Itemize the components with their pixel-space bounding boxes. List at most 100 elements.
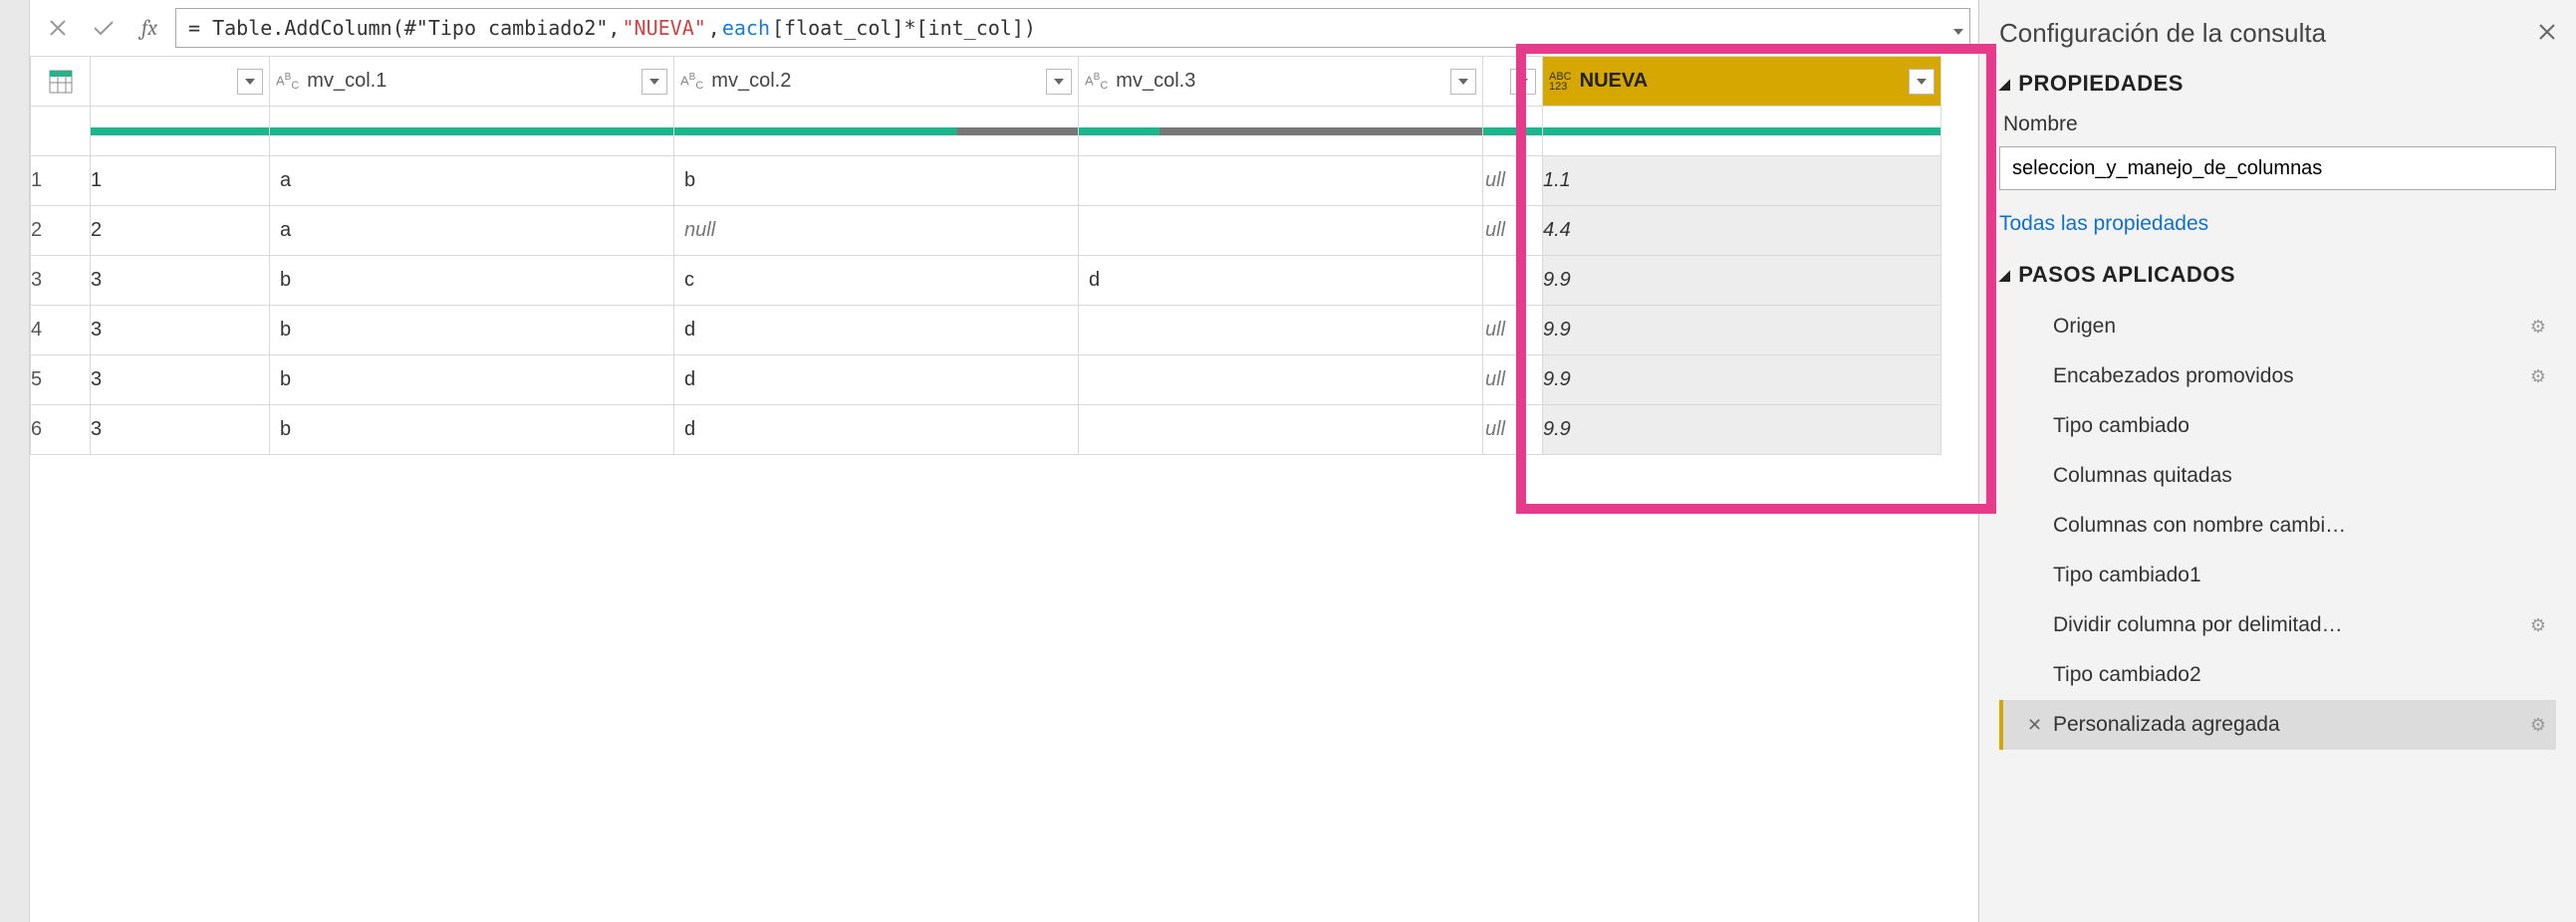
- applied-step[interactable]: Tipo cambiado: [1999, 401, 2556, 451]
- cell-nueva[interactable]: 4.4: [1543, 206, 1941, 256]
- cell-mvcol1[interactable]: a: [270, 156, 674, 206]
- applied-step[interactable]: ✕ Personalizada agregada⚙: [1999, 700, 2556, 750]
- cell-nueva[interactable]: 9.9: [1543, 306, 1941, 355]
- row-number[interactable]: 6: [31, 405, 91, 455]
- cell-mvcol2[interactable]: null: [674, 206, 1079, 256]
- cell-mvcol3[interactable]: [1079, 405, 1483, 455]
- cell-clipped[interactable]: ull: [1483, 405, 1543, 455]
- cell-mvcol1[interactable]: b: [270, 405, 674, 455]
- applied-step[interactable]: Origen⚙: [1999, 302, 2556, 351]
- cell-mvcol3[interactable]: [1079, 306, 1483, 355]
- cell-clipped[interactable]: ull: [1483, 206, 1543, 256]
- panel-close-button[interactable]: [2538, 21, 2556, 47]
- step-label: Tipo cambiado1: [2053, 564, 2546, 587]
- cell-mvcol2[interactable]: d: [674, 355, 1079, 405]
- cell-mvcol3[interactable]: [1079, 206, 1483, 256]
- cell-mvcol3[interactable]: [1079, 355, 1483, 405]
- cell-mvcol1[interactable]: b: [270, 256, 674, 306]
- cell-index[interactable]: 3: [91, 355, 270, 405]
- column-header-clip[interactable]: [1483, 57, 1543, 107]
- gear-icon[interactable]: ⚙: [2530, 615, 2546, 636]
- column-header-mvcol1[interactable]: ABC mv_col.1: [270, 57, 674, 107]
- properties-heading[interactable]: ◢ PROPIEDADES: [1999, 71, 2556, 97]
- chevron-down-icon: [1518, 79, 1528, 85]
- table-row[interactable]: 53bd ull9.9: [31, 355, 1941, 405]
- applied-step[interactable]: Columnas quitadas: [1999, 451, 2556, 501]
- data-table[interactable]: ABC mv_col.1 ABC mv_col.2: [30, 56, 1941, 455]
- formula-expand-button[interactable]: [1953, 16, 1963, 40]
- delete-step-icon[interactable]: ✕: [2027, 715, 2042, 736]
- cell-mvcol3[interactable]: d: [1079, 256, 1483, 306]
- step-label: Columnas con nombre cambi…: [2053, 514, 2546, 538]
- cell-mvcol1[interactable]: b: [270, 306, 674, 355]
- applied-steps-heading[interactable]: ◢ PASOS APLICADOS: [1999, 262, 2556, 288]
- cell-mvcol1[interactable]: a: [270, 206, 674, 256]
- column-filter-button[interactable]: [1450, 69, 1476, 95]
- cell-mvcol2[interactable]: b: [674, 156, 1079, 206]
- table-row[interactable]: 63bd ull9.9: [31, 405, 1941, 455]
- column-name: mv_col.1: [307, 70, 386, 93]
- table-corner-cell[interactable]: [31, 57, 91, 107]
- cell-index[interactable]: 3: [91, 405, 270, 455]
- row-number[interactable]: 4: [31, 306, 91, 355]
- cell-index[interactable]: 3: [91, 306, 270, 355]
- table-row[interactable]: 11abull1.1: [31, 156, 1941, 206]
- cell-mvcol1[interactable]: b: [270, 355, 674, 405]
- applied-step[interactable]: Columnas con nombre cambi…: [1999, 501, 2556, 551]
- applied-step[interactable]: Tipo cambiado1: [1999, 551, 2556, 600]
- cell-mvcol3[interactable]: [1079, 156, 1483, 206]
- cell-mvcol2[interactable]: d: [674, 405, 1079, 455]
- cell-index[interactable]: 2: [91, 206, 270, 256]
- cell-nueva[interactable]: 9.9: [1543, 355, 1941, 405]
- row-number[interactable]: 3: [31, 256, 91, 306]
- column-header-index[interactable]: [91, 57, 270, 107]
- formula-input[interactable]: = Table.AddColumn(#"Tipo cambiado2", "NU…: [175, 8, 1970, 48]
- all-properties-link[interactable]: Todas las propiedades: [1999, 212, 2208, 236]
- formula-cancel-button[interactable]: [38, 10, 78, 46]
- column-filter-button[interactable]: [1046, 69, 1072, 95]
- gear-icon[interactable]: ⚙: [2530, 366, 2546, 387]
- chevron-down-icon: [649, 79, 659, 85]
- column-header-mvcol2[interactable]: ABC mv_col.2: [674, 57, 1079, 107]
- applied-step[interactable]: Tipo cambiado2: [1999, 650, 2556, 700]
- cell-mvcol2[interactable]: d: [674, 306, 1079, 355]
- properties-section: ◢ PROPIEDADES Nombre Todas las propiedad…: [1999, 71, 2556, 236]
- cell-clipped[interactable]: ull: [1483, 355, 1543, 405]
- main-area: fx = Table.AddColumn(#"Tipo cambiado2", …: [30, 0, 1978, 922]
- column-name: mv_col.3: [1116, 70, 1195, 93]
- applied-step[interactable]: Dividir columna por delimitad…⚙: [1999, 600, 2556, 650]
- collapse-toggle-icon: ◢: [1999, 267, 2010, 284]
- applied-step[interactable]: Encabezados promovidos⚙: [1999, 351, 2556, 401]
- step-label: Personalizada agregada: [2053, 713, 2546, 737]
- cell-index[interactable]: 1: [91, 156, 270, 206]
- column-header-nueva[interactable]: ABC123 NUEVA: [1543, 57, 1941, 107]
- table-row[interactable]: 33bcd9.9: [31, 256, 1941, 306]
- gear-icon[interactable]: ⚙: [2530, 317, 2546, 338]
- column-filter-button[interactable]: [237, 69, 263, 95]
- formula-fx-button[interactable]: fx: [129, 10, 169, 46]
- row-number[interactable]: 1: [31, 156, 91, 206]
- formula-text-suffix: [float_col]*[int_col]): [772, 16, 1036, 40]
- query-name-input[interactable]: [1999, 146, 2556, 190]
- cell-nueva[interactable]: 9.9: [1543, 256, 1941, 306]
- cell-clipped[interactable]: ull: [1483, 156, 1543, 206]
- cell-nueva[interactable]: 1.1: [1543, 156, 1941, 206]
- formula-commit-button[interactable]: [84, 10, 124, 46]
- gear-icon[interactable]: ⚙: [2530, 715, 2546, 736]
- collapsed-nav-strip[interactable]: [0, 0, 30, 922]
- row-number[interactable]: 2: [31, 206, 91, 256]
- cell-index[interactable]: 3: [91, 256, 270, 306]
- column-header-mvcol3[interactable]: ABC mv_col.3: [1079, 57, 1483, 107]
- cell-nueva[interactable]: 9.9: [1543, 405, 1941, 455]
- column-filter-button[interactable]: [1909, 69, 1934, 95]
- column-filter-button[interactable]: [642, 69, 667, 95]
- row-number[interactable]: 5: [31, 355, 91, 405]
- table-row[interactable]: 22anullull4.4: [31, 206, 1941, 256]
- table-row[interactable]: 43bd ull9.9: [31, 306, 1941, 355]
- column-filter-button[interactable]: [1510, 69, 1536, 95]
- cell-clipped[interactable]: ull: [1483, 306, 1543, 355]
- cell-clipped[interactable]: [1483, 256, 1543, 306]
- type-text-icon: ABC: [1085, 72, 1108, 92]
- cell-mvcol2[interactable]: c: [674, 256, 1079, 306]
- step-label: Dividir columna por delimitad…: [2053, 613, 2546, 637]
